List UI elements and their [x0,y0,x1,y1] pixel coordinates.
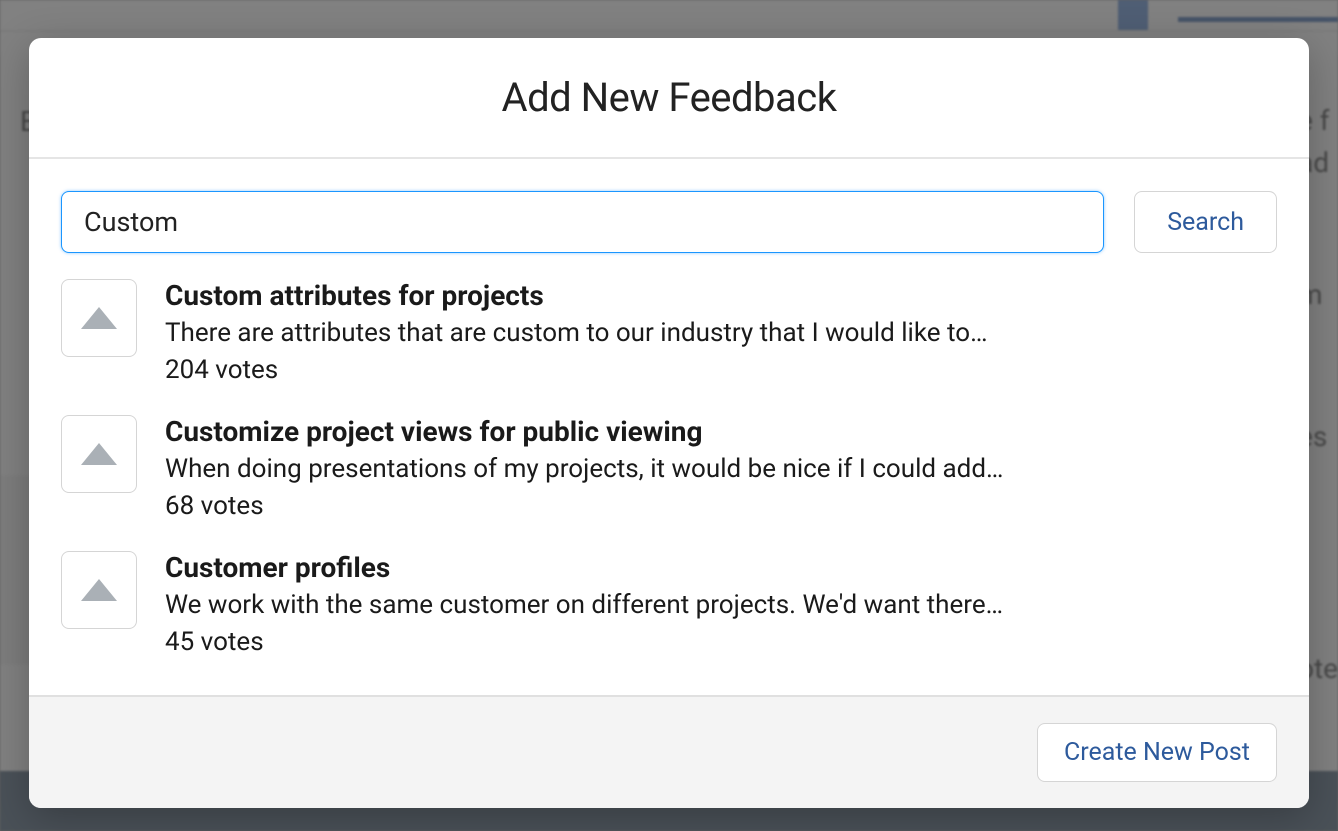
result-content: Custom attributes for projects There are… [165,279,1277,385]
add-feedback-modal: Add New Feedback Search Custom attribute… [29,38,1309,808]
upvote-icon [81,307,117,329]
result-vote-count: 68 votes [165,491,1277,521]
result-vote-count: 204 votes [165,355,1277,385]
search-row: Search [61,191,1277,253]
result-title: Customize project views for public viewi… [165,415,1277,448]
result-title: Custom attributes for projects [165,279,1277,312]
result-content: Customize project views for public viewi… [165,415,1277,521]
search-result[interactable]: Customize project views for public viewi… [61,415,1277,521]
result-description: There are attributes that are custom to … [165,316,1277,351]
result-description: We work with the same customer on differ… [165,588,1277,623]
upvote-button[interactable] [61,415,137,493]
upvote-icon [81,579,117,601]
upvote-button[interactable] [61,551,137,629]
result-content: Customer profiles We work with the same … [165,551,1277,657]
result-title: Customer profiles [165,551,1277,584]
result-vote-count: 45 votes [165,627,1277,657]
modal-footer: Create New Post [29,695,1309,808]
search-result[interactable]: Custom attributes for projects There are… [61,279,1277,385]
upvote-icon [81,443,117,465]
search-result[interactable]: Customer profiles We work with the same … [61,551,1277,657]
modal-header: Add New Feedback [29,38,1309,159]
result-description: When doing presentations of my projects,… [165,452,1277,487]
create-new-post-button[interactable]: Create New Post [1037,723,1277,782]
upvote-button[interactable] [61,279,137,357]
search-input[interactable] [61,191,1104,253]
modal-body: Search Custom attributes for projects Th… [29,159,1309,695]
modal-title: Add New Feedback [61,74,1277,121]
modal-overlay: Add New Feedback Search Custom attribute… [0,0,1338,831]
search-button[interactable]: Search [1134,191,1277,253]
